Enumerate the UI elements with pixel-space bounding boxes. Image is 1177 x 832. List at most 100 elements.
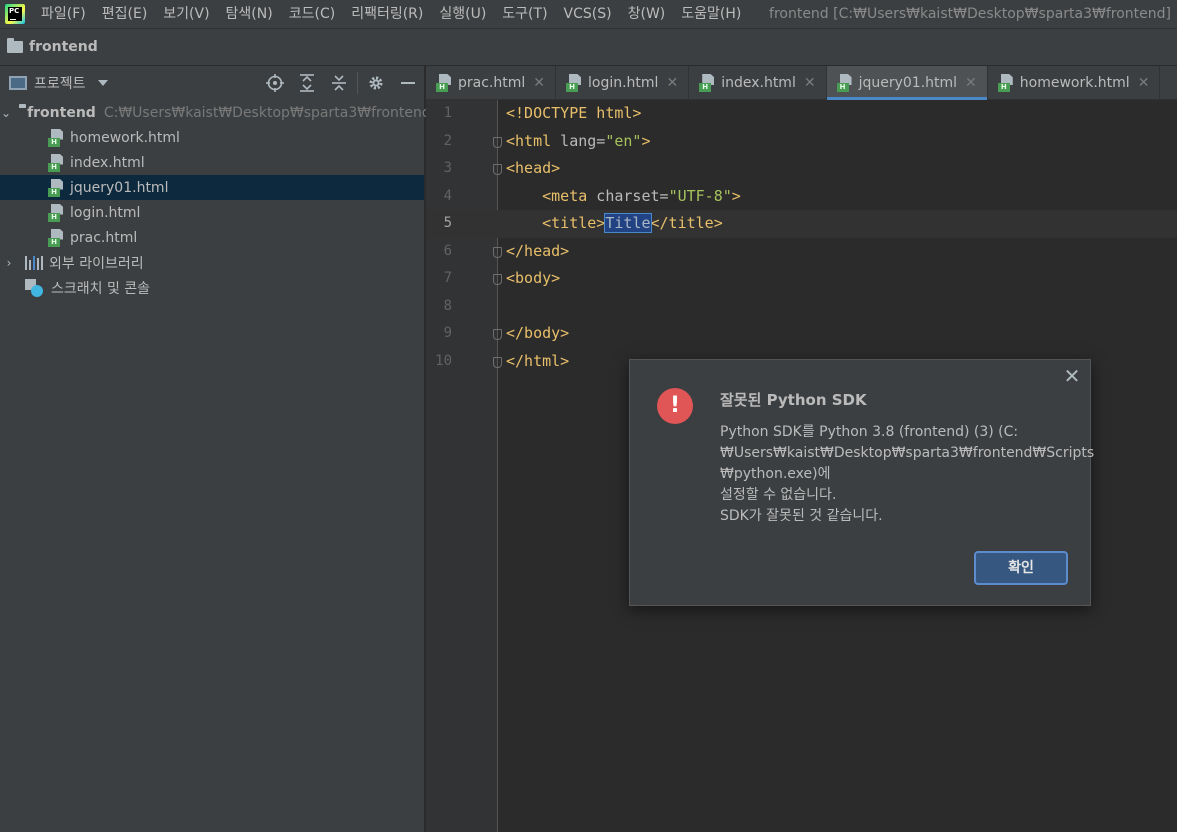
tab-label: login.html — [588, 75, 659, 91]
menu-edit[interactable]: 편집(E) — [94, 0, 156, 28]
code-line[interactable]: 1 <!DOCTYPE html> — [426, 100, 1177, 128]
tree-scratches[interactable]: 스크래치 및 콘솔 — [0, 275, 424, 300]
code-attr: lang= — [551, 131, 606, 150]
code-line[interactable]: 6 </head> — [426, 238, 1177, 266]
project-view-icon — [9, 76, 27, 90]
html-file-icon: H — [48, 153, 64, 172]
code-attr: charset= — [587, 186, 669, 205]
ok-button[interactable]: 확인 — [974, 551, 1068, 585]
tab-label: prac.html — [458, 75, 526, 91]
tab-homework-html[interactable]: H homework.html ✕ — [988, 66, 1161, 100]
code-string: "en" — [605, 131, 642, 150]
html-file-icon: H — [997, 74, 1014, 92]
menu-navigate[interactable]: 탐색(N) — [218, 0, 281, 28]
close-icon[interactable]: ✕ — [804, 75, 816, 91]
breadcrumb[interactable]: frontend — [29, 39, 98, 55]
fold-icon[interactable] — [493, 246, 502, 258]
menu-window[interactable]: 창(W) — [620, 0, 674, 28]
tree-file-prac[interactable]: H prac.html — [0, 225, 424, 250]
menu-file[interactable]: 파일(F) — [33, 0, 94, 28]
html-file-icon: H — [48, 178, 64, 197]
locate-file-icon[interactable] — [259, 66, 291, 100]
tree-file-login[interactable]: H login.html — [0, 200, 424, 225]
collapse-all-icon[interactable] — [323, 66, 355, 100]
menu-code[interactable]: 코드(C) — [281, 0, 343, 28]
fold-icon[interactable] — [493, 329, 502, 340]
fold-icon[interactable] — [493, 356, 502, 368]
close-icon[interactable]: ✕ — [666, 75, 678, 91]
window-title: frontend [C:₩Users₩kaist₩Desktop₩sparta3… — [769, 6, 1171, 22]
code-line[interactable]: 2 <html lang="en"> — [426, 128, 1177, 156]
expand-all-icon[interactable] — [291, 66, 323, 100]
tree-file-homework[interactable]: H homework.html — [0, 125, 424, 150]
dialog-message-line: ₩Users₩kaist₩Desktop₩sparta3₩frontend₩Sc… — [720, 445, 1095, 461]
html-file-icon: H — [566, 74, 582, 92]
tree-file-label: index.html — [70, 154, 145, 171]
fold-icon[interactable] — [493, 136, 502, 148]
tree-root-frontend[interactable]: ⌄ frontend C:₩Users₩kaist₩Desktop₩sparta… — [0, 100, 431, 125]
code-tag: <title> — [506, 214, 606, 232]
code-tag: > — [731, 186, 741, 205]
close-icon[interactable]: ✕ — [1062, 366, 1082, 386]
code-tag: <meta — [506, 186, 588, 205]
menu-refactor[interactable]: 리팩터링(R) — [343, 0, 431, 28]
code-tag: </html> — [506, 351, 570, 370]
chevron-down-icon[interactable]: ⌄ — [1, 106, 11, 120]
tree-file-jquery01[interactable]: H jquery01.html — [0, 175, 424, 200]
chevron-down-icon[interactable] — [97, 80, 108, 86]
tree-scratches-label: 스크래치 및 콘솔 — [51, 280, 151, 297]
menu-vcs[interactable]: VCS(S) — [556, 0, 620, 28]
project-panel: 프로젝트 ⌄ frontend C:₩Users₩kaist₩Desktop₩s… — [0, 66, 431, 832]
tab-login-html[interactable]: H login.html ✕ — [556, 66, 690, 100]
library-icon — [25, 255, 43, 270]
code-tag: <body> — [506, 269, 561, 287]
code-line[interactable]: 3 <head> — [426, 155, 1177, 183]
hide-panel-icon[interactable] — [392, 66, 424, 100]
code-text: <!DOCTYPE html> — [506, 104, 642, 122]
tree-file-index[interactable]: H index.html — [0, 150, 424, 175]
editor-tabs: H prac.html ✕ H login.html ✕ H index.htm… — [426, 66, 1177, 100]
close-icon[interactable]: ✕ — [1138, 75, 1150, 91]
menu-tools[interactable]: 도구(T) — [494, 0, 555, 28]
menu-view[interactable]: 보기(V) — [155, 0, 217, 28]
tab-prac-html[interactable]: H prac.html ✕ — [426, 66, 556, 100]
toolbar-divider — [357, 72, 358, 94]
close-icon[interactable]: ✕ — [533, 75, 545, 91]
scratches-icon — [25, 278, 45, 297]
menu-help[interactable]: 도움말(H) — [673, 0, 749, 28]
line-number: 8 — [443, 297, 452, 314]
selected-text[interactable]: Title — [604, 213, 652, 233]
tree-root-path: C:₩Users₩kaist₩Desktop₩sparta3₩frontend — [103, 104, 431, 121]
dialog-message-line: 설정할 수 없습니다. — [720, 487, 837, 503]
code-line[interactable]: 7 <body> — [426, 265, 1177, 293]
tab-index-html[interactable]: H index.html ✕ — [689, 66, 827, 100]
tree-file-label: login.html — [70, 204, 141, 221]
menu-run[interactable]: 실행(U) — [431, 0, 494, 28]
code-line[interactable]: 4 <meta charset="UTF-8"> — [426, 183, 1177, 211]
tree-file-label: homework.html — [70, 129, 180, 146]
tab-label: jquery01.html — [858, 75, 958, 91]
code-tag: </title> — [650, 214, 723, 232]
fold-icon[interactable] — [493, 274, 502, 285]
code-tag: <head> — [506, 159, 561, 177]
tree-external-libraries[interactable]: › 외부 라이브러리 — [0, 250, 424, 275]
chevron-right-icon[interactable]: › — [1, 256, 17, 270]
tree-root-label: frontend — [27, 104, 96, 121]
code-tag: </head> — [506, 241, 570, 260]
tree-file-label: prac.html — [70, 229, 138, 246]
line-number: 1 — [443, 105, 452, 121]
code-line[interactable]: 8 — [426, 293, 1177, 321]
dialog-message-line: Python SDK를 Python 3.8 (frontend) (3) (C… — [720, 424, 1019, 440]
code-line-current[interactable]: 5 <title>Title</title> — [426, 210, 1177, 238]
code-tag: </body> — [506, 324, 570, 342]
html-file-icon: H — [48, 203, 64, 222]
tab-jquery01-html[interactable]: H jquery01.html ✕ — [826, 66, 988, 100]
project-view-title[interactable]: 프로젝트 — [34, 73, 86, 93]
pycharm-logo-icon: PC — [5, 4, 25, 24]
code-line[interactable]: 9 </body> — [426, 320, 1177, 348]
fold-icon[interactable] — [493, 164, 502, 175]
code-tag: > — [641, 131, 651, 150]
line-number: 10 — [435, 352, 452, 369]
close-icon[interactable]: ✕ — [965, 75, 977, 91]
gear-icon[interactable] — [360, 66, 392, 100]
